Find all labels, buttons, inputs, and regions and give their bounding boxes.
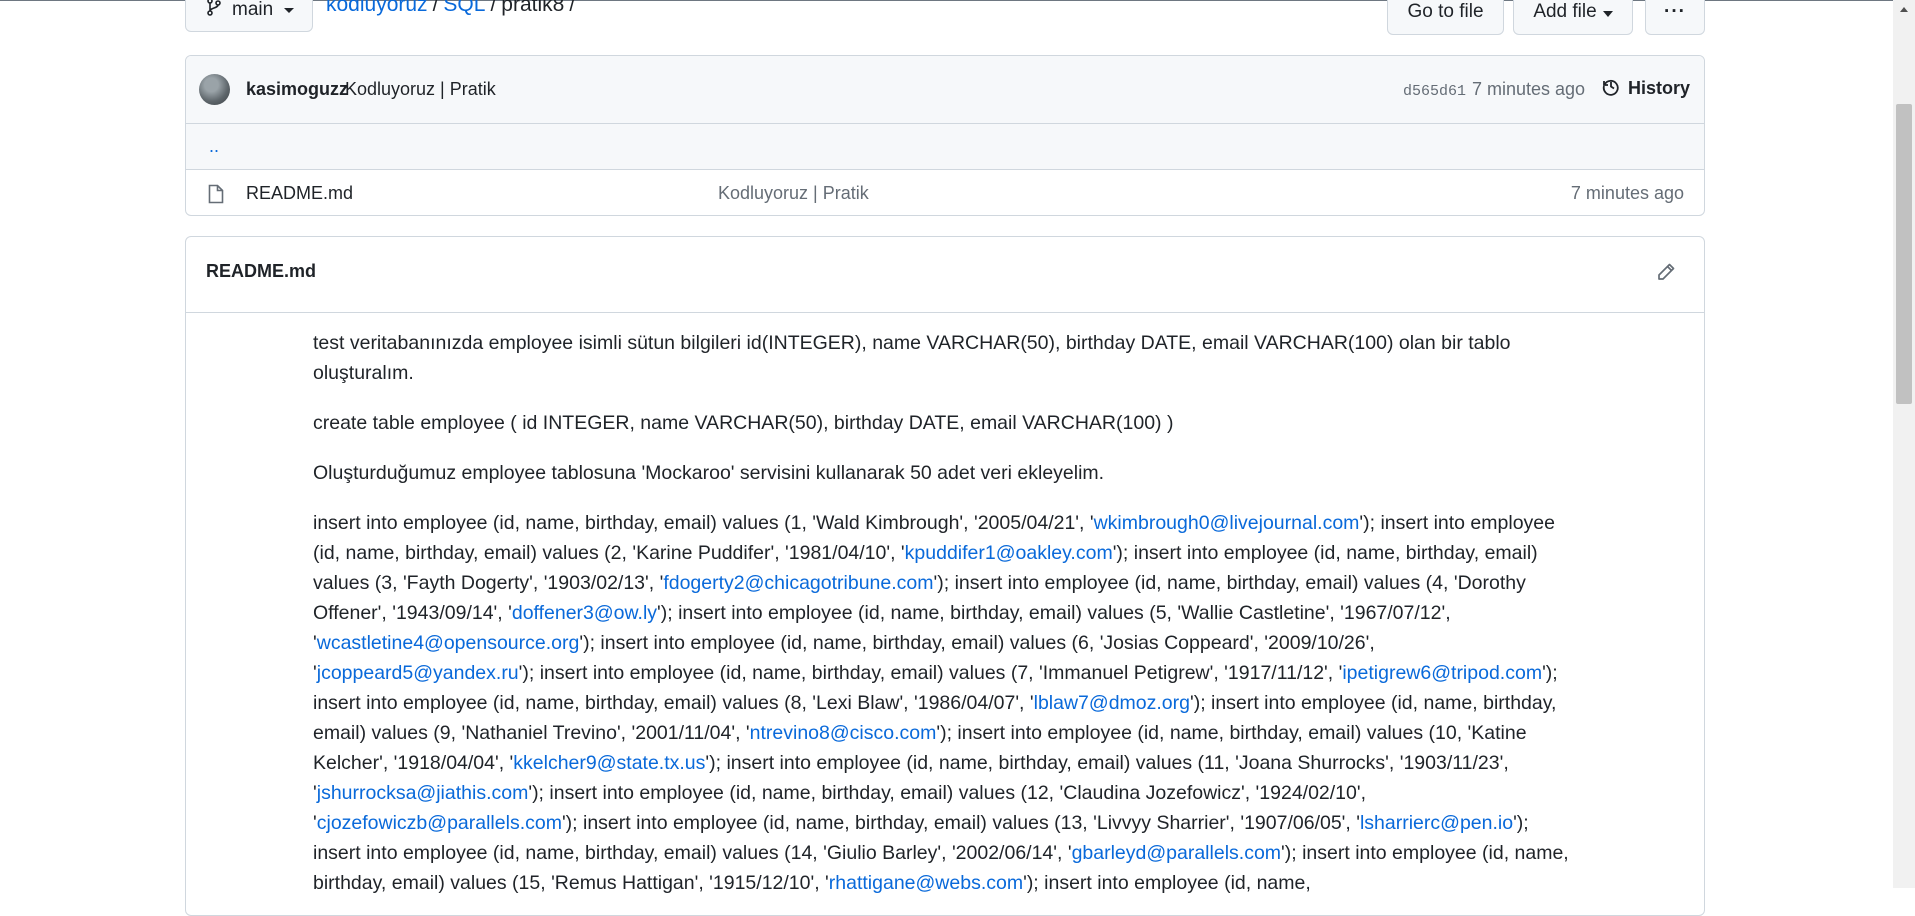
pencil-icon [1656, 262, 1676, 287]
commit-author[interactable]: kasimoguzz [246, 79, 348, 100]
go-to-file-button[interactable]: Go to file [1387, 0, 1504, 35]
email-link[interactable]: jcoppeard5@yandex.ru [317, 662, 519, 684]
branch-name: main [232, 0, 274, 20]
email-link[interactable]: fdogerty2@chicagotribune.com [663, 572, 933, 594]
history-label: History [1628, 78, 1691, 98]
history-link[interactable]: History [1601, 76, 1690, 101]
email-link[interactable]: cjozefowiczb@parallels.com [317, 812, 562, 834]
file-navigation: main kodluyoruz / SQL / pratik8/ Go to file … [185, 0, 1705, 35]
breadcrumb-repo[interactable]: SQL [443, 0, 485, 16]
paragraph-text: insert into employee (id, name, birthday… [313, 512, 1094, 534]
go-to-file-label: Go to file [1407, 0, 1484, 22]
commit-message[interactable]: Kodluyoruz | Pratik [345, 79, 496, 100]
kebab-horizontal-icon: ··· [1664, 0, 1686, 22]
breadcrumb: kodluyoruz / SQL / pratik8/ [326, 0, 580, 18]
git-branch-icon [206, 0, 222, 22]
parent-directory-row: .. [186, 124, 1704, 170]
file-commit-time: 7 minutes ago [1570, 183, 1684, 203]
readme-header: README.md [186, 237, 1704, 313]
avatar[interactable] [199, 74, 230, 105]
email-link[interactable]: ipetigrew6@tripod.com [1342, 662, 1542, 684]
parent-directory-link[interactable]: .. [209, 136, 219, 157]
readme-paragraph: test veritabanınızda employee isimli süt… [313, 328, 1573, 388]
commit-time: 7 minutes ago [1472, 79, 1586, 99]
breadcrumb-owner[interactable]: kodluyoruz [326, 0, 428, 16]
paragraph-text: create table employee ( id INTEGER, name… [313, 412, 1174, 434]
add-file-button[interactable]: Add file [1513, 0, 1633, 35]
branch-selector[interactable]: main [185, 0, 313, 32]
more-options-button[interactable]: ··· [1645, 0, 1705, 35]
email-link[interactable]: lblaw7@dmoz.org [1034, 692, 1190, 714]
file-listing: kasimoguzz Kodluyoruz | Pratik d565d61 7… [185, 55, 1705, 216]
email-link[interactable]: kkelcher9@state.tx.us [513, 752, 705, 774]
scroll-up-arrow-icon[interactable] [1893, 0, 1915, 20]
history-icon [1601, 76, 1621, 101]
caret-down-icon [1602, 1, 1613, 23]
breadcrumb-separator: / [432, 0, 439, 16]
email-link[interactable]: kpuddifer1@oakley.com [905, 542, 1113, 564]
email-link[interactable]: wcastletine4@opensource.org [317, 632, 580, 654]
readme-paragraph: insert into employee (id, name, birthday… [313, 508, 1573, 898]
add-file-label: Add file [1533, 0, 1597, 22]
paragraph-text: '); insert into employee (id, name, birt… [518, 662, 1343, 684]
edit-button[interactable] [1653, 261, 1679, 287]
readme-title[interactable]: README.md [206, 261, 316, 282]
paragraph-text: Oluşturduğumuz employee tablosuna 'Mocka… [313, 462, 1105, 484]
readme-paragraph: Oluşturduğumuz employee tablosuna 'Mocka… [313, 458, 1573, 488]
paragraph-text: test veritabanınızda employee isimli süt… [313, 332, 1511, 384]
file-icon [208, 184, 224, 209]
page-scrollbar[interactable] [1893, 0, 1915, 888]
readme-paragraph: create table employee ( id INTEGER, name… [313, 408, 1573, 438]
table-row: README.md Kodluyoruz | Pratik 7 minutes … [186, 170, 1704, 215]
breadcrumb-current-folder: pratik8 [501, 0, 565, 16]
email-link[interactable]: jshurrocksa@jiathis.com [317, 782, 529, 804]
breadcrumb-separator: / [490, 0, 497, 16]
email-link[interactable]: doffener3@ow.ly [512, 602, 657, 624]
readme-panel: README.md test veritabanınızda employee … [185, 236, 1705, 916]
file-name-link[interactable]: README.md [246, 183, 353, 204]
chevron-down-icon [283, 0, 295, 21]
email-link[interactable]: lsharrierc@pen.io [1360, 812, 1513, 834]
readme-content: test veritabanınızda employee isimli süt… [186, 313, 1573, 898]
email-link[interactable]: gbarleyd@parallels.com [1072, 842, 1281, 864]
email-link[interactable]: rhattigane@webs.com [829, 872, 1023, 894]
email-link[interactable]: wkimbrough0@livejournal.com [1094, 512, 1360, 534]
scrollbar-thumb[interactable] [1896, 104, 1912, 404]
email-link[interactable]: ntrevino8@cisco.com [750, 722, 937, 744]
latest-commit-row: kasimoguzz Kodluyoruz | Pratik d565d61 7… [186, 56, 1704, 124]
breadcrumb-separator: / [569, 0, 576, 16]
paragraph-text: '); insert into employee (id, name, birt… [561, 812, 1360, 834]
paragraph-text: '); insert into employee (id, name, [1023, 872, 1311, 894]
file-commit-message[interactable]: Kodluyoruz | Pratik [718, 183, 869, 204]
commit-sha[interactable]: d565d61 [1403, 83, 1466, 100]
